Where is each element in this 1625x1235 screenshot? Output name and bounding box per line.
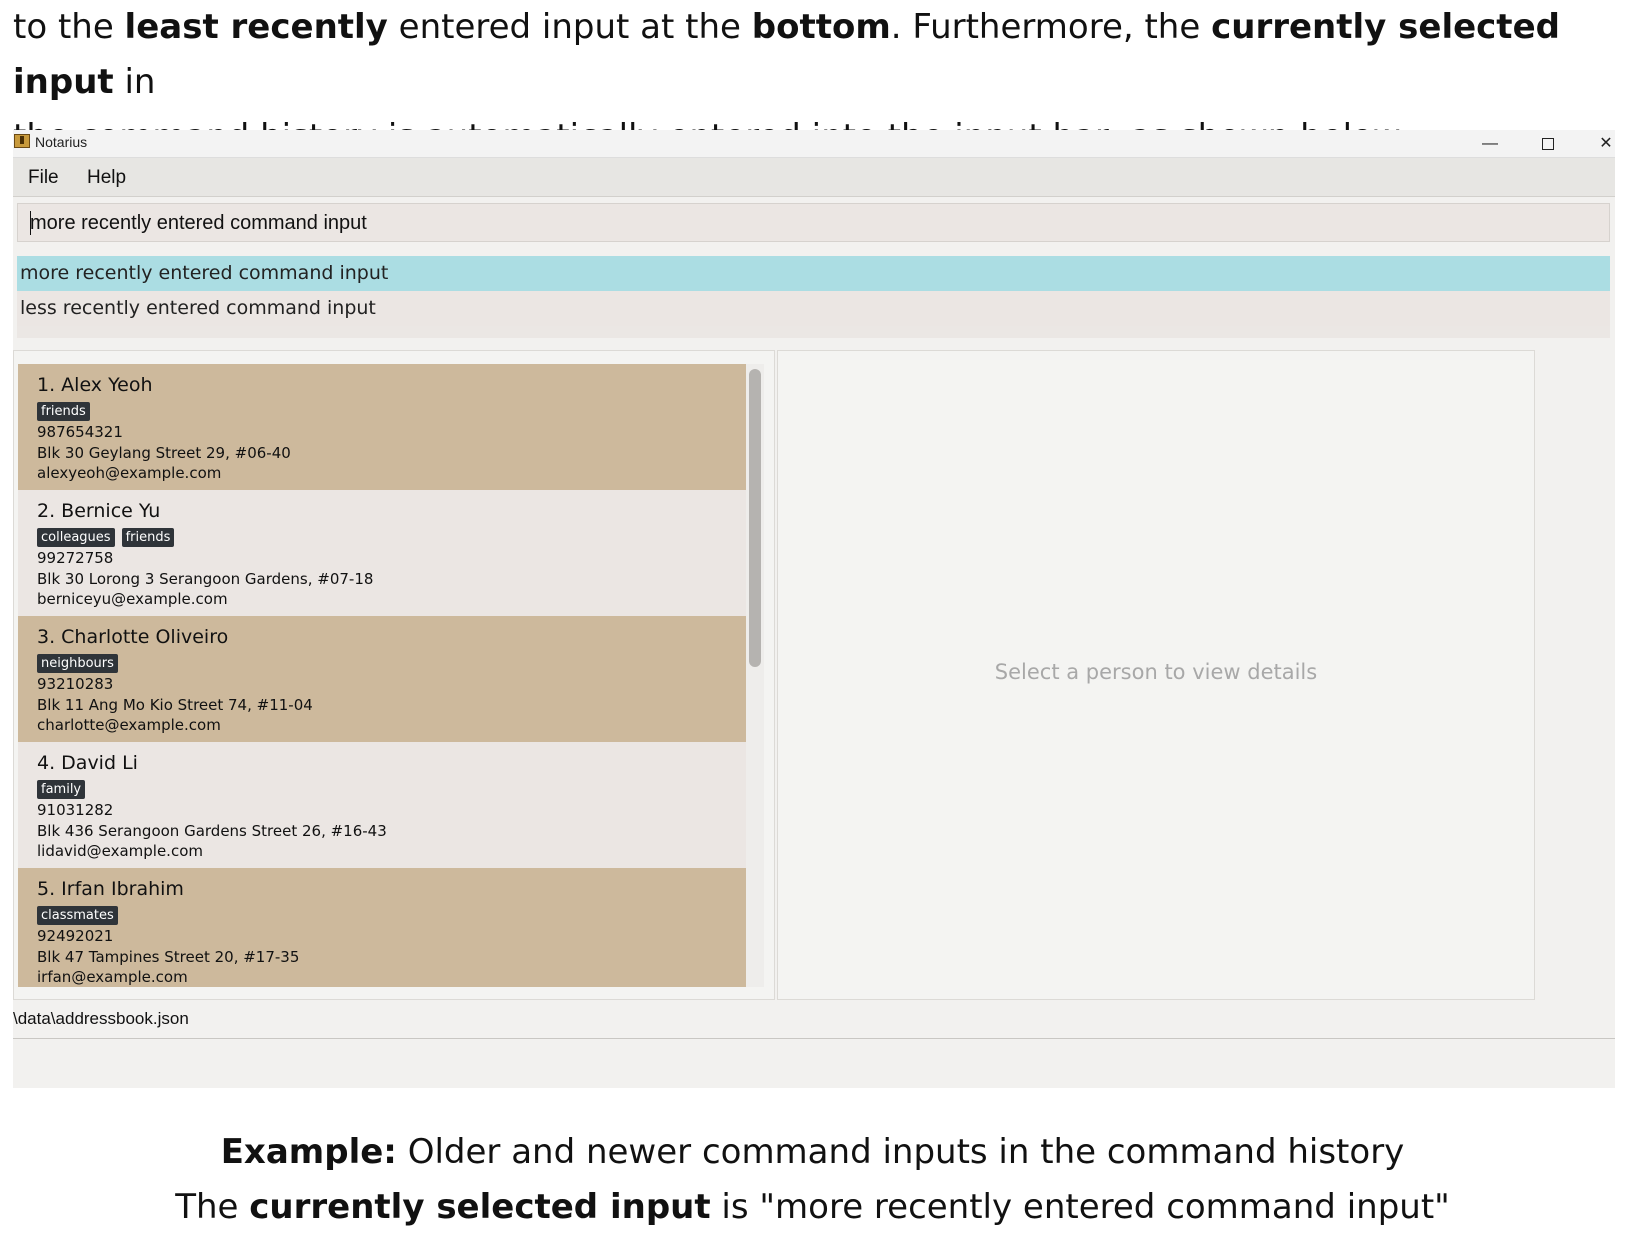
person-address: Blk 47 Tampines Street 20, #17-35 [37,947,300,966]
person-card[interactable]: 5. Irfan Ibrahim classmates 92492021 Blk… [18,868,746,987]
person-phone: 987654321 [37,423,123,441]
person-name: 5. Irfan Ibrahim [37,878,184,900]
tag-label: classmates [37,906,118,925]
person-phone: 91031282 [37,801,114,819]
scrollbar-thumb[interactable] [749,369,761,667]
person-list: 1. Alex Yeoh friends 987654321 Blk 30 Ge… [18,364,746,987]
tag-label: friends [37,402,90,421]
tag-row: friends [37,400,746,421]
person-detail-panel: Select a person to view details [777,350,1535,1000]
command-box [17,203,1610,242]
person-address: Blk 436 Serangoon Gardens Street 26, #16… [37,821,387,840]
close-button[interactable]: ✕ [1583,130,1625,157]
detail-placeholder: Select a person to view details [994,660,1318,684]
person-card[interactable]: 3. Charlotte Oliveiro neighbours 9321028… [18,616,746,742]
menu-file[interactable]: File [28,167,59,189]
intro-line-1: to the least recently entered input at t… [13,7,1560,102]
person-name: 3. Charlotte Oliveiro [37,626,229,648]
tag-label: neighbours [37,654,118,673]
text-caret [30,211,31,235]
history-list-footer [17,326,1610,338]
minimize-button[interactable]: — [1467,130,1513,157]
maximize-button[interactable] [1525,130,1571,157]
menu-help[interactable]: Help [87,167,126,189]
tag-label: colleagues [37,528,115,547]
command-input[interactable] [30,212,1590,235]
menu-bar: File Help [13,158,1615,197]
status-bar: \data\addressbook.json [13,1000,1615,1039]
person-phone: 93210283 [37,675,114,693]
person-address: Blk 30 Lorong 3 Serangoon Gardens, #07-1… [37,569,374,588]
figure-caption: Example: Older and newer command inputs … [0,1125,1625,1235]
app-logo-icon [14,134,30,148]
person-email: irfan@example.com [37,968,188,986]
person-phone: 92492021 [37,927,114,945]
person-phone: 99272758 [37,549,114,567]
person-list-panel: 1. Alex Yeoh friends 987654321 Blk 30 Ge… [13,350,775,1000]
caption-line-1: Example: Older and newer command inputs … [220,1132,1405,1172]
person-address: Blk 11 Ang Mo Kio Street 74, #11-04 [37,695,313,714]
person-email: charlotte@example.com [37,716,221,734]
person-name: 2. Bernice Yu [37,500,161,522]
save-file-path: \data\addressbook.json [13,1009,189,1028]
person-card[interactable]: 4. David Li family 91031282 Blk 436 Sera… [18,742,746,868]
tag-row: family [37,778,746,799]
title-bar: Notarius — ✕ [13,130,1615,158]
person-email: lidavid@example.com [37,842,203,860]
person-card[interactable]: 2. Bernice Yu colleagues friends 99272758… [18,490,746,616]
person-name: 1. Alex Yeoh [37,374,153,396]
history-item[interactable]: less recently entered command input [17,291,1610,326]
tag-label: friends [121,528,175,547]
app-window: Notarius — ✕ File Help more recently ent… [13,130,1615,1088]
person-name: 4. David Li [37,752,138,774]
tag-row: neighbours [37,652,746,673]
tag-row: colleagues friends [37,526,746,547]
person-email: berniceyu@example.com [37,590,228,608]
history-item-selected[interactable]: more recently entered command input [17,256,1610,291]
command-history-list: more recently entered command input less… [17,256,1610,326]
tag-label: family [37,780,86,799]
person-list-scrollbar[interactable] [746,364,764,987]
tag-row: classmates [37,904,746,925]
person-card[interactable]: 1. Alex Yeoh friends 987654321 Blk 30 Ge… [18,364,746,490]
maximize-icon [1542,137,1554,150]
person-address: Blk 30 Geylang Street 29, #06-40 [37,443,291,462]
caption-line-2: The currently selected input is "more re… [175,1187,1450,1227]
person-email: alexyeoh@example.com [37,464,222,482]
window-title: Notarius [35,134,88,150]
